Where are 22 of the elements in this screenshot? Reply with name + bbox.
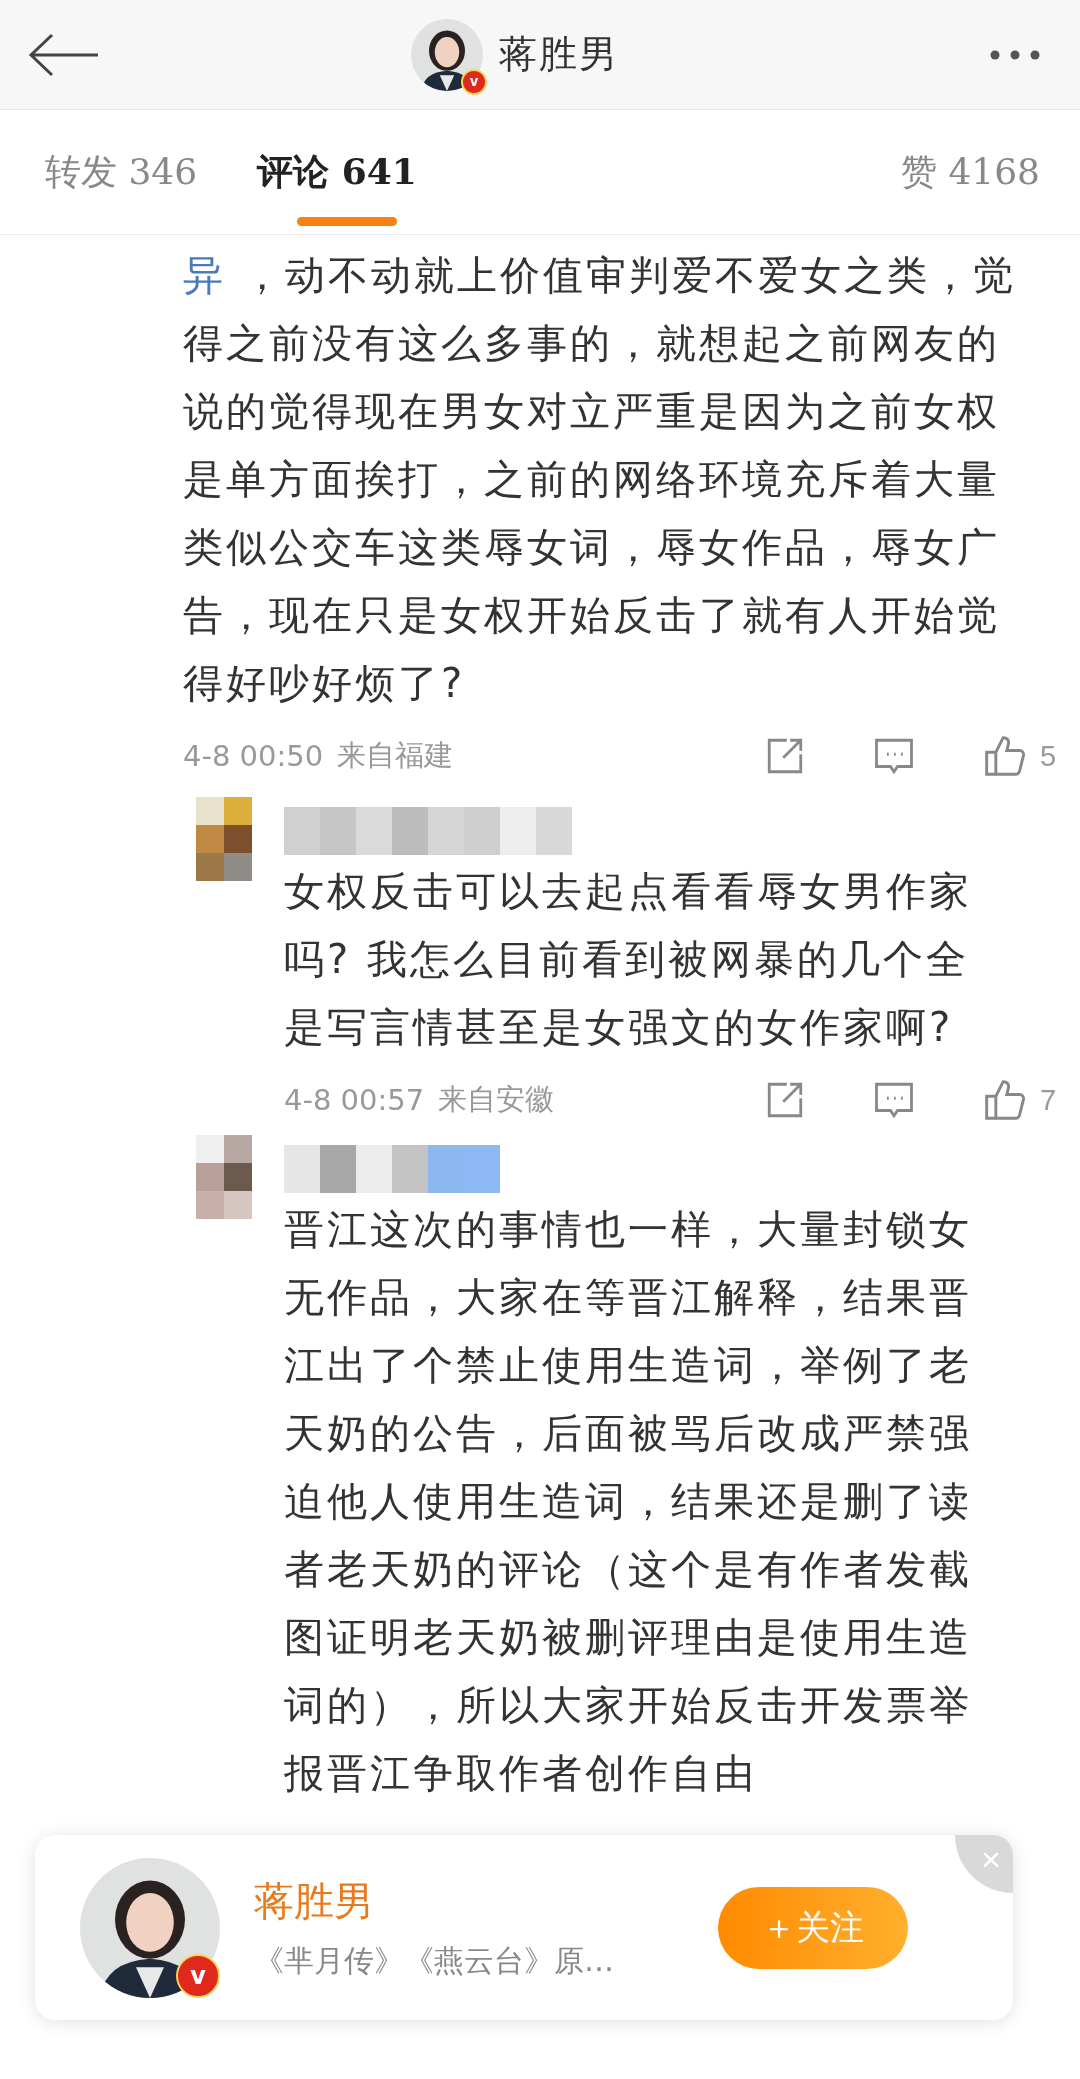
follow-button[interactable]: ＋关注 xyxy=(718,1886,908,1969)
tab[interactable]: 转发 346 xyxy=(45,110,198,234)
tab[interactable]: 评论 641 xyxy=(257,110,417,234)
comment-text: 异 ，动不动就上价值审判爱不爱女之类，觉得之前没有这么多事的，就想起之前网友的说的觉得现在男女对立严重是因为之前女权是单方面挨打，之前的网络环境充斥着大量类似公交车这类辱女词，辱女作品，辱女广告，现在只是女权开始反击了就有人开始觉得好吵好烦了? xyxy=(183,251,1017,708)
author-name[interactable]: 蒋胜男 xyxy=(254,1873,614,1929)
mention-link[interactable]: 异 xyxy=(183,252,226,298)
page-title: 蒋胜男 xyxy=(499,31,619,78)
more-icon[interactable] xyxy=(990,49,1040,60)
author-description: 《芈月传》《燕云台》原… xyxy=(254,1941,614,1980)
reply-text: 晋江这次的事情也一样，大量封锁女无作品，大家在等晋江解释，结果晋江出了个禁止使用生造词，举例了老天奶的公告，后面被骂后改成严禁强迫他人使用生造词，结果还是删了读者老天奶的评论（这个是有作者发截图证明老天奶被删评理由是使用生造词的），所以大家开始反击开发票举报晋江争取作者创作自由 xyxy=(284,1205,973,1798)
thumbs-up-icon xyxy=(982,734,1028,778)
comment-location: 来自福建 xyxy=(337,737,454,774)
reply-text: 女权反击可以去起点看看辱女男作家吗? 我怎么目前看到被网暴的几个全是写言情甚至是女强文的女作家啊? xyxy=(284,867,973,1052)
like-button[interactable]: 5 xyxy=(982,734,1058,778)
comment-location: 来自安徽 xyxy=(438,1081,555,1118)
verified-badge: v xyxy=(461,68,487,95)
comment-time: 4-8 00:50 xyxy=(183,739,324,773)
tab[interactable]: 赞 4168 xyxy=(900,110,1040,234)
comment-time: 4-8 00:57 xyxy=(284,1083,425,1117)
back-arrow-icon[interactable] xyxy=(28,32,100,77)
thumbs-up-icon xyxy=(982,1078,1028,1122)
like-button[interactable]: 7 xyxy=(982,1078,1058,1122)
